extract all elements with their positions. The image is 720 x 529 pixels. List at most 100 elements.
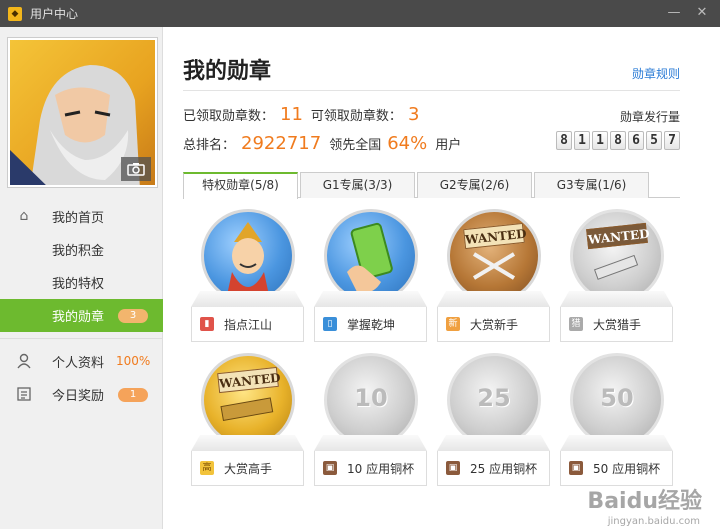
sidebar-item-daily-reward[interactable]: 今日奖励 1 [0,378,163,411]
trophy-icon: ▣ [446,461,460,475]
page-title: 我的勋章 [183,59,272,84]
lead-label: 领先全国 [329,138,382,153]
counter-digit: 1 [592,131,608,150]
lead-value: 64% [387,133,428,154]
tab-g1[interactable]: G1专属(3/3) [300,172,415,198]
trophy-10-medal-icon: 10 [324,353,418,447]
trophy-50-medal-icon: 50 [570,353,664,447]
medal-tabs: 特权勋章(5/8) G1专属(3/3) G2专属(2/6) G3专属(1/6) [183,172,680,199]
medal-card[interactable]: WANTED 猎 大赏猎手 [560,209,673,342]
medal-name: 大赏新手 [470,317,519,332]
tab-g2[interactable]: G2专属(2/6) [417,172,532,198]
rank-row: 总排名： 2922717 领先全国 64% 用户 [183,133,461,154]
trophy-icon: ▣ [569,461,583,475]
counter-digit: 8 [610,131,626,150]
medal-card[interactable]: 10 ▣ 10 应用铜杯 [314,353,427,486]
counter-digit: 7 [664,131,680,150]
lead-suffix: 用户 [435,138,462,153]
profile-completion: 100% [116,354,151,368]
medal-stand [560,435,673,451]
sidebar-item-label: 今日奖励 [52,389,105,404]
received-label: 已领取勋章数： [183,109,275,124]
rank-label: 总排名： [183,138,236,153]
minimize-icon[interactable]: — [664,4,684,22]
watermark-logo: Baidu经验 [587,489,702,514]
sidebar-item-home[interactable]: ⌂ 我的首页 [0,200,163,233]
medal-label: ▮ 指点江山 [191,307,304,342]
medal-card[interactable]: WANTED 新 大赏新手 [437,209,550,342]
rank-value: 2922717 [241,133,322,154]
trophy-number: 25 [477,384,511,412]
medal-name: 10 应用铜杯 [347,461,415,476]
count-badge: 3 [118,309,148,323]
medal-type-icon: 猎 [569,317,583,331]
medal-label: 猎 大赏猎手 [560,307,673,342]
tab-g3[interactable]: G3专属(1/6) [534,172,649,198]
medal-label: 新 大赏新手 [437,307,550,342]
tab-privilege[interactable]: 特权勋章(5/8) [183,172,298,199]
medal-label: ▯ 掌握乾坤 [314,307,427,342]
sidebar-item-label: 我的勋章 [52,310,105,325]
medal-type-icon: 高 [200,461,214,475]
title-bar: ◆ 用户中心 — ✕ [0,0,720,27]
medal-stand [314,435,427,451]
app-logo-icon: ◆ [8,6,22,21]
medal-name: 大赏高手 [224,461,273,476]
issue-volume-label: 勋章发行量 [619,110,680,124]
sidebar-item-privileges[interactable]: 我的特权 [0,266,163,299]
medal-name: 50 应用铜杯 [593,461,661,476]
counter-digit: 5 [646,131,662,150]
medal-rules-link[interactable]: 勋章规则 [632,65,680,82]
sidebar-item-label: 我的积金 [52,244,105,259]
medal-label: ▣ 50 应用铜杯 [560,451,673,486]
list-icon [16,386,32,402]
user-icon [16,353,32,369]
claimable-label: 可领取勋章数： [310,109,402,124]
wanted-telescope-medal-icon: WANTED [570,209,664,303]
counter-digit: 6 [628,131,644,150]
wanted-gold-medal-icon: WANTED [201,353,295,447]
wanted-swords-medal-icon: WANTED [447,209,541,303]
sidebar-item-label: 个人资料 [52,356,105,371]
medal-type-icon: ▯ [323,317,337,331]
received-value: 11 [280,104,303,125]
medal-label: 高 大赏高手 [191,451,304,486]
sidebar-item-points[interactable]: 我的积金 [0,233,163,266]
medal-name: 大赏猎手 [593,317,642,332]
medal-label: ▣ 10 应用铜杯 [314,451,427,486]
home-icon: ⌂ [19,208,29,224]
medal-card[interactable]: WANTED 高 大赏高手 [191,353,304,486]
medal-card[interactable]: 50 ▣ 50 应用铜杯 [560,353,673,486]
avatar[interactable] [8,38,157,187]
camera-icon[interactable] [121,157,151,181]
trophy-25-medal-icon: 25 [447,353,541,447]
medal-card[interactable]: ▮ 指点江山 [191,209,304,342]
close-icon[interactable]: ✕ [692,4,712,22]
medal-card[interactable]: 25 ▣ 25 应用铜杯 [437,353,550,486]
medal-stand [191,291,304,307]
issue-volume-counter: 8 1 1 8 6 5 7 [554,131,680,150]
watermark-url: jingyan.baidu.com [607,516,700,527]
medal-stand [191,435,304,451]
medal-card[interactable]: ▯ 掌握乾坤 [314,209,427,342]
medal-type-icon: ▮ [200,317,214,331]
sidebar-item-label: 我的特权 [52,277,105,292]
medal-label: ▣ 25 应用铜杯 [437,451,550,486]
medal-stand [437,435,550,451]
sidebar: ⌂ 我的首页 我的积金 我的特权 我的勋章 3 个人资料 100% 今日奖励 1 [0,27,163,529]
counter-digit: 1 [574,131,590,150]
medal-type-icon: 新 [446,317,460,331]
trophy-number: 10 [354,384,388,412]
sidebar-item-profile[interactable]: 个人资料 100% [0,345,163,378]
main-content: 我的勋章 勋章规则 已领取勋章数： 11 可领取勋章数： 3 总排名： 2922… [163,27,720,529]
medal-count-row: 已领取勋章数： 11 可领取勋章数： 3 [183,104,427,125]
trophy-icon: ▣ [323,461,337,475]
medal-stand [560,291,673,307]
medal-name: 指点江山 [224,317,273,332]
medal-name: 25 应用铜杯 [470,461,538,476]
count-badge: 1 [118,388,148,402]
sidebar-item-medals[interactable]: 我的勋章 3 [0,299,163,332]
emperor-medal-icon [201,209,295,303]
medal-stand [437,291,550,307]
window-title: 用户中心 [30,7,79,21]
